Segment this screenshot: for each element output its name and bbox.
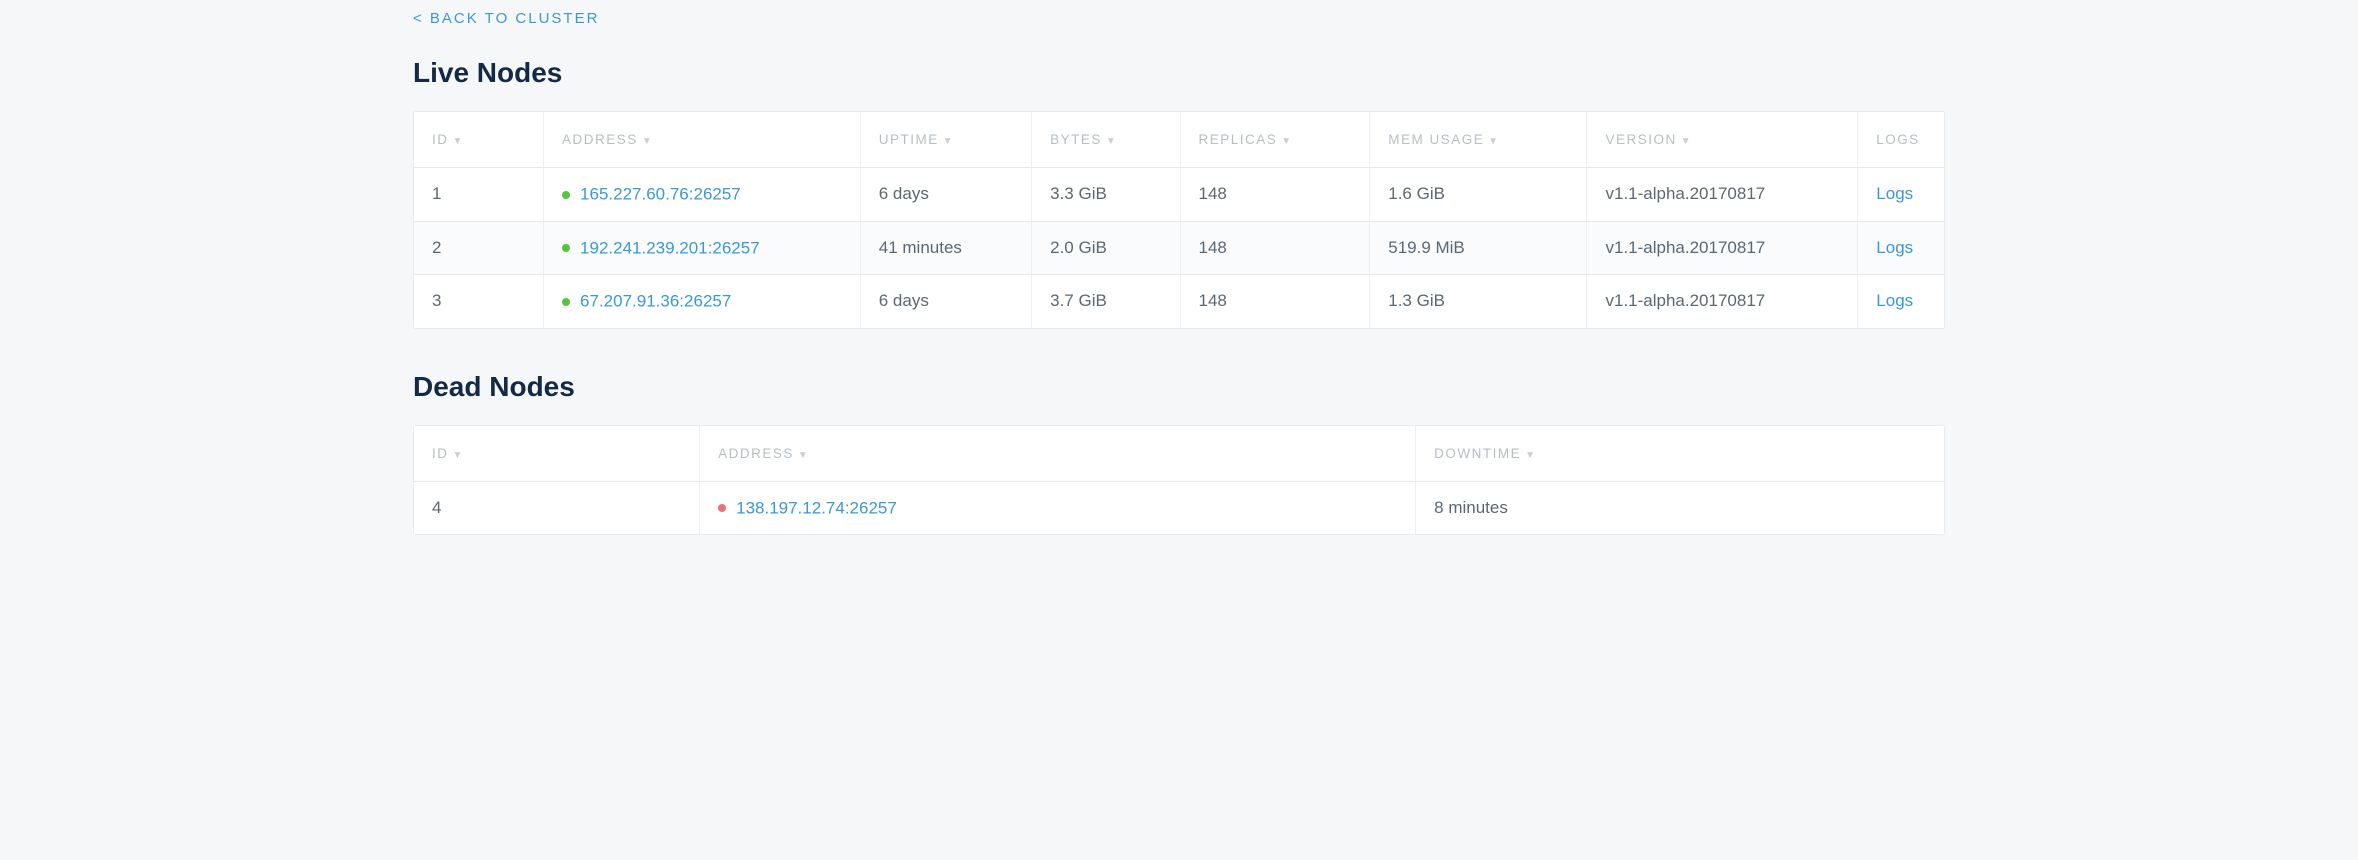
cell-id: 4 — [414, 482, 700, 535]
col-header-id[interactable]: ID ▼ — [414, 426, 700, 482]
sort-arrow-icon: ▼ — [642, 136, 653, 147]
cell-version: v1.1-alpha.20170817 — [1587, 275, 1858, 328]
status-dot-icon — [562, 298, 570, 306]
table-header-row: ID ▼ ADDRESS ▼ DOWNTIME ▼ — [414, 426, 1944, 482]
table-row: 2 192.241.239.201:26257 41 minutes 2.0 G… — [414, 222, 1944, 276]
sort-arrow-icon: ▼ — [453, 450, 464, 461]
cell-address: 192.241.239.201:26257 — [544, 222, 861, 276]
sort-arrow-icon: ▼ — [1281, 136, 1292, 147]
status-dot-icon — [562, 191, 570, 199]
cell-mem-usage: 519.9 MiB — [1370, 222, 1587, 276]
status-dot-icon — [562, 244, 570, 252]
cell-downtime: 8 minutes — [1416, 482, 1944, 535]
col-header-address[interactable]: ADDRESS ▼ — [544, 112, 861, 168]
cell-address: 138.197.12.74:26257 — [700, 482, 1416, 535]
node-address-link[interactable]: 192.241.239.201:26257 — [580, 238, 760, 257]
col-header-version[interactable]: VERSION ▼ — [1587, 112, 1858, 168]
cell-id: 2 — [414, 222, 544, 276]
col-header-label: LOGS — [1876, 132, 1920, 147]
cell-version: v1.1-alpha.20170817 — [1587, 168, 1858, 222]
col-header-logs: LOGS — [1858, 112, 1944, 168]
col-header-id[interactable]: ID ▼ — [414, 112, 544, 168]
col-header-uptime[interactable]: UPTIME ▼ — [861, 112, 1032, 168]
col-header-label: ADDRESS — [562, 132, 638, 147]
col-header-label: UPTIME — [879, 132, 939, 147]
node-address-link[interactable]: 138.197.12.74:26257 — [736, 498, 897, 517]
col-header-label: ID — [432, 446, 449, 461]
col-header-bytes[interactable]: BYTES ▼ — [1032, 112, 1180, 168]
col-header-label: VERSION — [1605, 132, 1676, 147]
logs-link[interactable]: Logs — [1876, 291, 1913, 310]
table-header-row: ID▼ ADDRESS▼ UPTIME▼ BYTES▼ REPLICAS▼ ME… — [414, 112, 1944, 168]
cluster-nodes-page: < BACK TO CLUSTER Live Nodes ID ▼ ADDRESS… — [393, 0, 1965, 597]
col-header-label: DOWNTIME — [1434, 446, 1521, 461]
col-header-address[interactable]: ADDRESS ▼ — [700, 426, 1416, 482]
node-address-link[interactable]: 67.207.91.36:26257 — [580, 292, 731, 311]
sort-arrow-icon: ▼ — [798, 450, 809, 461]
cell-bytes: 3.3 GiB — [1032, 168, 1180, 222]
cell-logs: Logs — [1858, 222, 1944, 276]
sort-arrow-icon: ▼ — [1488, 136, 1499, 147]
table-row: 1 165.227.60.76:26257 6 days 3.3 GiB 148… — [414, 168, 1944, 222]
live-nodes-title: Live Nodes — [413, 57, 1945, 89]
col-header-label: REPLICAS — [1199, 132, 1278, 147]
dead-nodes-table: ID ▼ ADDRESS ▼ DOWNTIME ▼ 4 138.197.12.74:2… — [413, 425, 1945, 536]
status-dot-icon — [718, 504, 726, 512]
cell-replicas: 148 — [1181, 168, 1371, 222]
cell-mem-usage: 1.3 GiB — [1370, 275, 1587, 328]
cell-address: 67.207.91.36:26257 — [544, 275, 861, 328]
col-header-label: ID — [432, 132, 449, 147]
cell-logs: Logs — [1858, 168, 1944, 222]
cell-mem-usage: 1.6 GiB — [1370, 168, 1587, 222]
col-header-mem-usage[interactable]: MEM USAGE ▼ — [1370, 112, 1587, 168]
sort-arrow-icon: ▼ — [453, 136, 464, 147]
sort-arrow-icon: ▼ — [1681, 136, 1692, 147]
col-header-label: MEM USAGE — [1388, 132, 1484, 147]
node-address-link[interactable]: 165.227.60.76:26257 — [580, 185, 741, 204]
sort-arrow-icon: ▼ — [1525, 450, 1536, 461]
live-nodes-body: 1 165.227.60.76:26257 6 days 3.3 GiB 148… — [414, 168, 1944, 328]
cell-replicas: 148 — [1181, 222, 1371, 276]
back-to-cluster-link[interactable]: < BACK TO CLUSTER — [413, 10, 599, 27]
table-row: 4 138.197.12.74:26257 8 minutes — [414, 482, 1944, 535]
logs-link[interactable]: Logs — [1876, 238, 1913, 257]
col-header-label: BYTES — [1050, 132, 1102, 147]
cell-id: 1 — [414, 168, 544, 222]
cell-logs: Logs — [1858, 275, 1944, 328]
cell-uptime: 41 minutes — [861, 222, 1032, 276]
sort-arrow-icon: ▼ — [943, 136, 954, 147]
col-header-label: ADDRESS — [718, 446, 794, 461]
dead-nodes-body: 4 138.197.12.74:26257 8 minutes — [414, 482, 1944, 535]
cell-id: 3 — [414, 275, 544, 328]
dead-nodes-title: Dead Nodes — [413, 371, 1945, 403]
col-header-downtime[interactable]: DOWNTIME ▼ — [1416, 426, 1944, 482]
cell-bytes: 3.7 GiB — [1032, 275, 1180, 328]
logs-link[interactable]: Logs — [1876, 184, 1913, 203]
table-row: 3 67.207.91.36:26257 6 days 3.7 GiB 148 … — [414, 275, 1944, 328]
col-header-replicas[interactable]: REPLICAS▼ — [1181, 112, 1371, 168]
cell-uptime: 6 days — [861, 275, 1032, 328]
cell-address: 165.227.60.76:26257 — [544, 168, 861, 222]
live-nodes-table: ID▼ ADDRESS▼ UPTIME▼ BYTES▼ REPLICAS▼ ME… — [413, 111, 1945, 329]
cell-bytes: 2.0 GiB — [1032, 222, 1180, 276]
cell-version: v1.1-alpha.20170817 — [1587, 222, 1858, 276]
cell-replicas: 148 — [1181, 275, 1371, 328]
sort-arrow-icon: ▼ — [1106, 136, 1117, 147]
cell-uptime: 6 days — [861, 168, 1032, 222]
